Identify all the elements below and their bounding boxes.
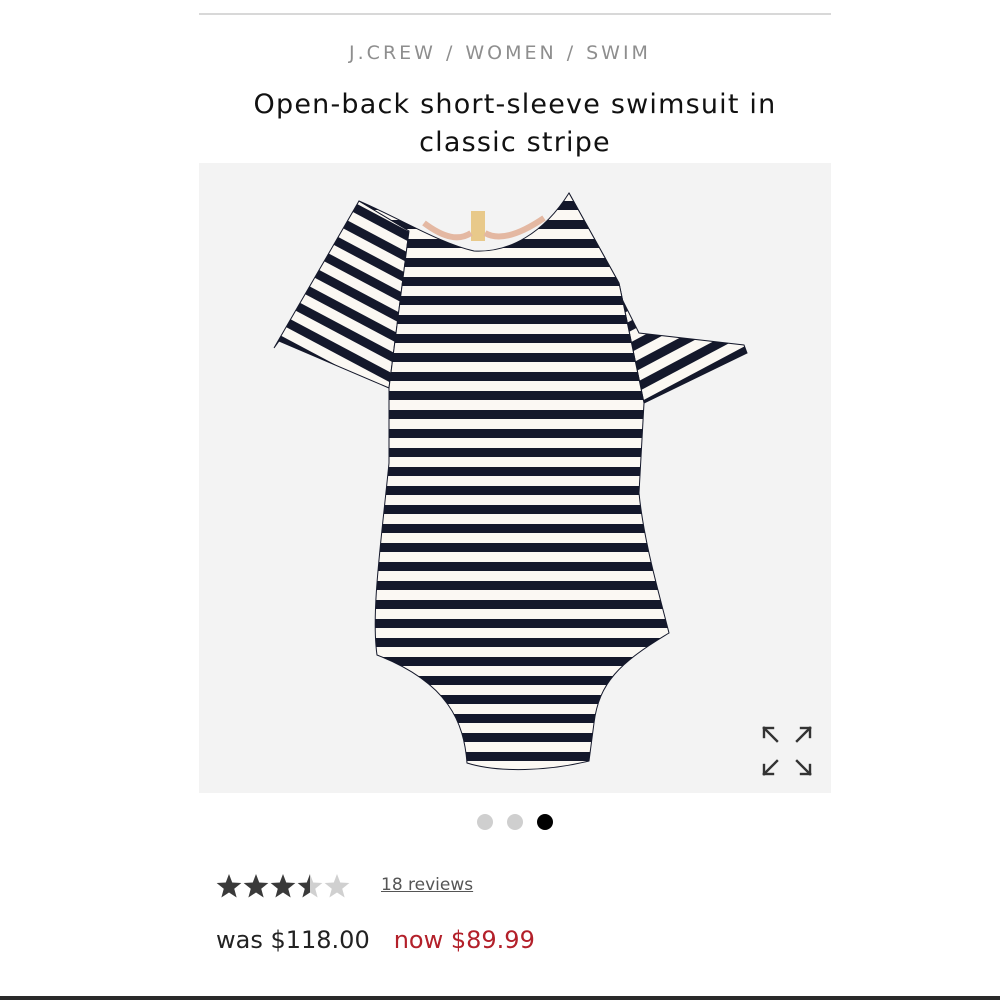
was-price: was $118.00: [216, 926, 370, 954]
breadcrumb: J.CREW / WOMEN / SWIM: [0, 42, 1000, 64]
star-icon: [216, 874, 242, 898]
top-divider: [199, 13, 831, 15]
carousel-indicators: [0, 814, 1000, 834]
sale-price: now $89.99: [393, 926, 535, 954]
reviews-link[interactable]: 18 reviews: [381, 875, 473, 895]
breadcrumb-separator: /: [445, 42, 456, 64]
bottom-bar: [0, 996, 1000, 1000]
product-image[interactable]: [199, 163, 831, 793]
star-icon: [324, 874, 350, 898]
product-title-line2: classic stripe: [419, 127, 611, 158]
price: was $118.00 now $89.99: [216, 926, 535, 954]
carousel-dot-2[interactable]: [507, 814, 523, 830]
breadcrumb-women[interactable]: WOMEN: [465, 42, 556, 64]
rating-stars: [216, 874, 350, 898]
star-icon: [270, 874, 296, 898]
carousel-dot-1[interactable]: [477, 814, 493, 830]
carousel-dot-3[interactable]: [537, 814, 553, 830]
breadcrumb-jcrew[interactable]: J.CREW: [349, 42, 436, 64]
swimsuit-image: [273, 192, 748, 771]
product-title: Open-back short-sleeve swimsuit in class…: [200, 86, 830, 162]
expand-icon: [762, 726, 812, 776]
breadcrumb-separator: /: [566, 42, 577, 64]
star-icon: [243, 874, 269, 898]
expand-image-button[interactable]: [755, 719, 819, 783]
star-icon: [297, 874, 323, 898]
breadcrumb-swim[interactable]: SWIM: [586, 42, 651, 64]
product-title-line1: Open-back short-sleeve swimsuit in: [253, 89, 777, 120]
